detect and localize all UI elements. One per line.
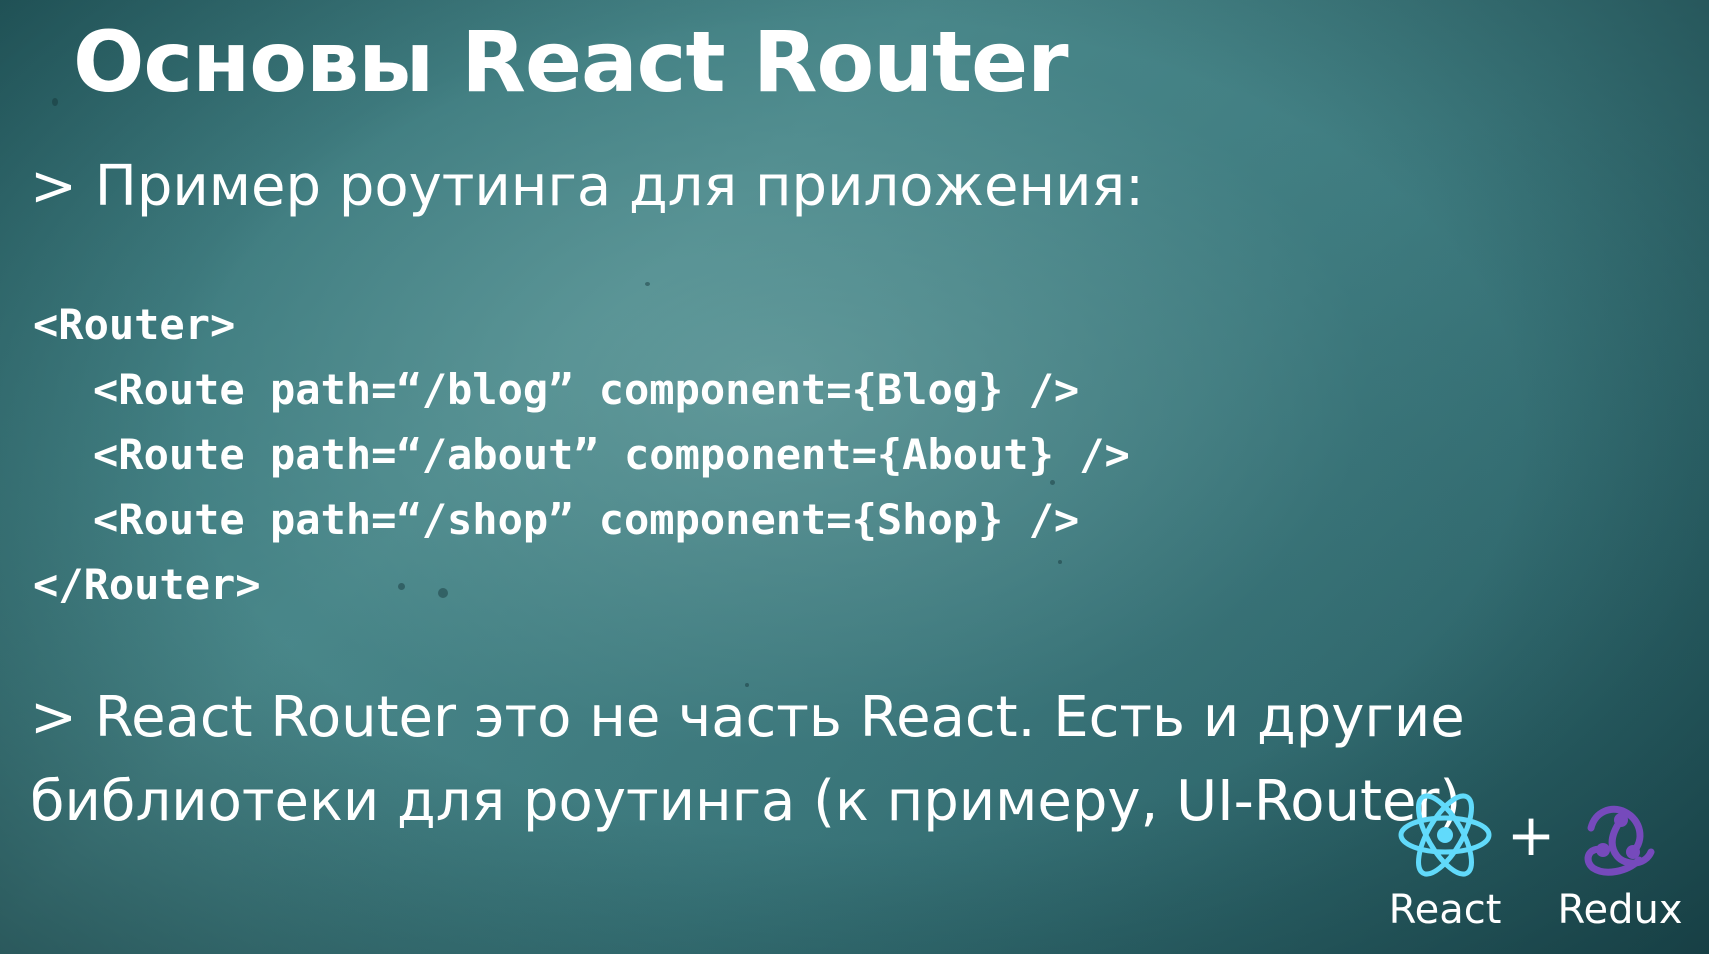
code-line-route-shop: <Route path=“/shop” component={Shop} /> (93, 495, 1080, 544)
background-speck (52, 98, 58, 106)
plus-sign: + (1506, 801, 1556, 869)
logos-group: React + Redux (1385, 790, 1685, 940)
redux-logo: Redux (1555, 790, 1685, 934)
code-line-route-about: <Route path=“/about” component={About} /… (93, 430, 1130, 479)
background-speck (645, 282, 650, 286)
react-logo: React (1385, 790, 1505, 934)
redux-label: Redux (1557, 887, 1683, 933)
code-line-router-open: <Router> (33, 300, 236, 349)
react-atom-icon (1398, 793, 1492, 877)
code-line-router-close: </Router> (33, 560, 261, 609)
slide-title: Основы React Router (73, 13, 1069, 111)
redux-swirl-icon (1584, 805, 1655, 876)
code-block: <Router> <Route path=“/blog” component={B… (33, 292, 1130, 617)
bullet-router-not-part-of-react: > React Router это не часть React. Есть … (30, 685, 1465, 834)
react-label: React (1388, 887, 1502, 933)
code-line-route-blog: <Route path=“/blog” component={Blog} /> (93, 365, 1080, 414)
bullet-routing-example: > Пример роутинга для приложения: (30, 154, 1145, 219)
